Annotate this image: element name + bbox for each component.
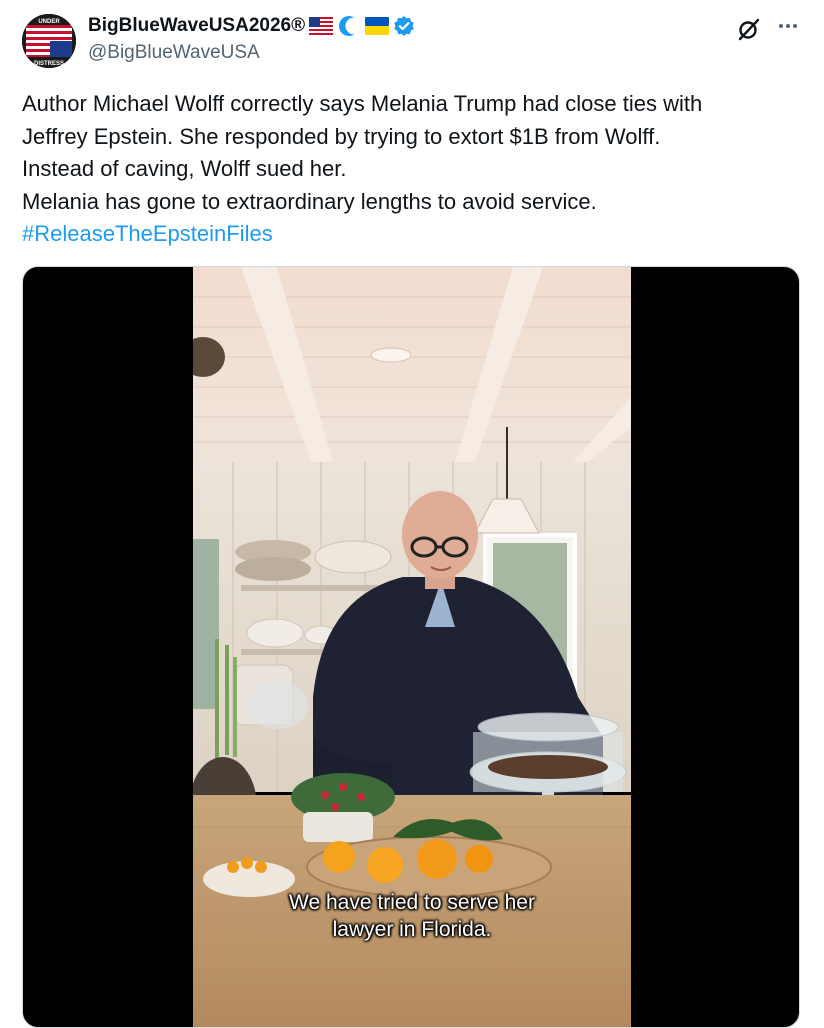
caption-line: lawyer in Florida.	[332, 918, 492, 941]
us-flag-icon	[309, 17, 334, 35]
author-handle[interactable]: @BigBlueWaveUSA	[88, 41, 260, 65]
tweet-text: Author Michael Wolff correctly says Mela…	[22, 88, 802, 251]
moon-icon	[339, 16, 362, 36]
tweet-line: Instead of caving, Wolff sued her.	[22, 156, 347, 181]
svg-text:UNDER: UNDER	[38, 19, 60, 25]
avatar-flag-image: UNDER DISTRESS	[22, 14, 76, 68]
verified-badge-icon[interactable]	[393, 15, 415, 37]
grok-icon[interactable]	[736, 16, 762, 42]
more-options-icon[interactable]	[776, 14, 800, 38]
author-name-row[interactable]: BigBlueWaveUSA2026®	[88, 13, 415, 39]
display-name[interactable]: BigBlueWaveUSA2026®	[88, 13, 305, 39]
video-player[interactable]: We have tried to serve her lawyer in Flo…	[22, 266, 800, 1028]
avatar[interactable]: UNDER DISTRESS	[22, 14, 76, 68]
ukraine-flag-icon	[365, 17, 390, 35]
hashtag-link[interactable]: #ReleaseTheEpsteinFiles	[22, 221, 273, 246]
video-frame[interactable]: We have tried to serve her lawyer in Flo…	[193, 267, 631, 1027]
caption-line: We have tried to serve her	[289, 891, 535, 914]
tweet-line: Melania has gone to extraordinary length…	[22, 188, 597, 214]
tweet-line: Jeffrey Epstein. She responded by trying…	[22, 123, 661, 149]
tweet-line: Author Michael Wolff correctly says Mela…	[22, 91, 703, 116]
video-caption: We have tried to serve her lawyer in Flo…	[193, 889, 631, 943]
svg-text:DISTRESS: DISTRESS	[34, 61, 64, 67]
